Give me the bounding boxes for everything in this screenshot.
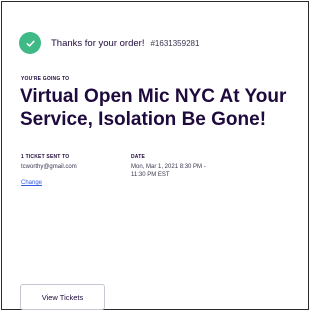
change-email-link[interactable]: Change — [21, 180, 42, 186]
date-info: DATE Mon, Mar 1, 2021 8:30 PM - 11:30 PM… — [131, 154, 281, 179]
date-line-2: 11:30 PM EST — [131, 172, 170, 178]
order-confirmation-panel: Thanks for your order! #1631359281 YOU'R… — [1, 1, 309, 310]
date-label: DATE — [131, 154, 146, 160]
ticket-label: 1 TICKET SENT TO — [21, 154, 70, 160]
confirmation-message: Thanks for your order! — [51, 37, 145, 49]
check-circle-icon — [19, 32, 41, 54]
confirmation-row: Thanks for your order! #1631359281 — [19, 31, 199, 55]
date-line-1: Mon, Mar 1, 2021 8:30 PM - — [131, 164, 206, 170]
checkmark-icon — [26, 40, 35, 47]
event-title: Virtual Open Mic NYC At Your Service, Is… — [20, 86, 287, 130]
order-number: #1631359281 — [150, 38, 200, 48]
ticket-info: 1 TICKET SENT TO tcworthy@gmail.com Chan… — [21, 154, 121, 189]
event-eyebrow: YOU'RE GOING TO — [21, 76, 70, 82]
ticket-email: tcworthy@gmail.com — [21, 164, 77, 170]
view-tickets-button[interactable]: View Tickets — [20, 284, 105, 310]
